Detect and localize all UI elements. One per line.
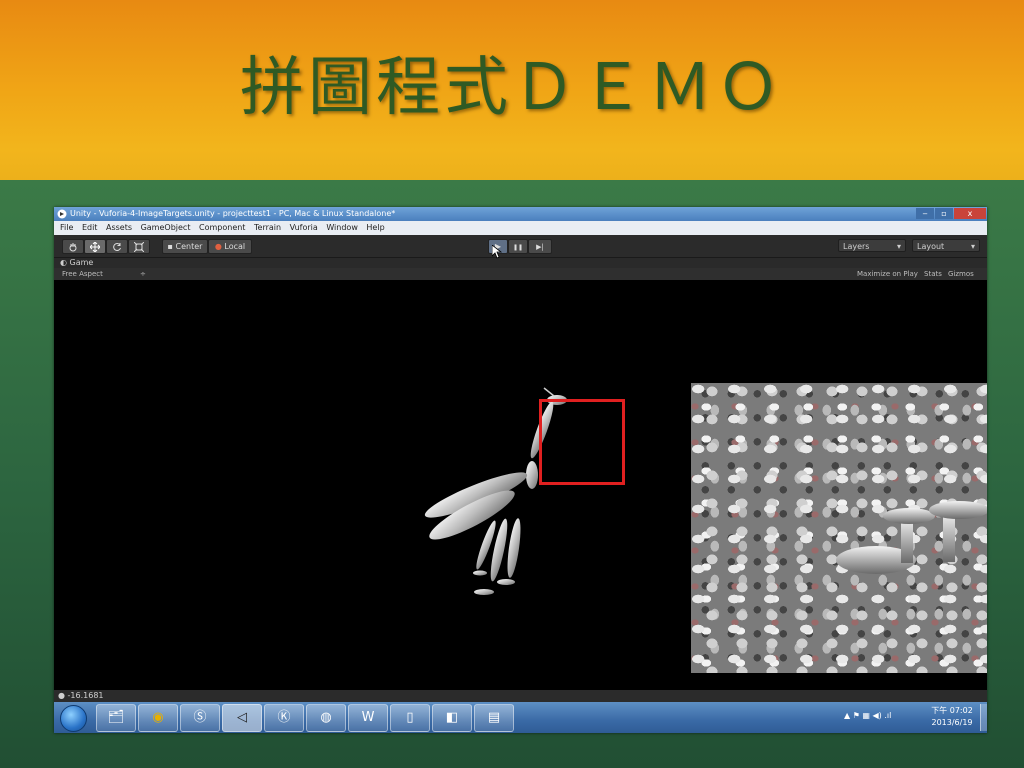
close-button[interactable]: x (954, 208, 986, 219)
taskbar-unity[interactable]: ◁ (222, 704, 262, 732)
layers-label: Layers (843, 242, 870, 251)
taskbar-file-explorer[interactable]: 🗂 (96, 704, 136, 732)
phone-icon: ▯ (406, 710, 414, 725)
rotate-tool-button[interactable] (106, 239, 128, 254)
slide-title: 拼圖程式ＤＥＭＯ (240, 51, 784, 125)
editor-toolbar: ▪ Center ● Local ▶ ❚❚ ▶| Layers ▾ Layout… (54, 235, 987, 258)
taskbar-chrome[interactable]: ◉ (138, 704, 178, 732)
minimize-button[interactable]: ‒ (916, 208, 934, 219)
chevron-down-icon: ÷ (140, 270, 146, 278)
rotate-icon (113, 243, 121, 252)
window-title: Unity - Vuforia-4-ImageTargets.unity - p… (70, 209, 396, 218)
space-label: Local (224, 242, 246, 251)
image-target-gravel (691, 383, 987, 673)
show-desktop-button[interactable] (980, 704, 987, 731)
gizmos-dropdown[interactable]: Gizmos (948, 268, 974, 280)
unity-logo-icon (57, 209, 67, 219)
taskbar-kmplayer[interactable]: Ⓚ (264, 704, 304, 732)
clock-date: 2013/6/19 (931, 718, 973, 727)
taskbar-phone[interactable]: ▯ (390, 704, 430, 732)
menu-edit[interactable]: Edit (82, 223, 98, 232)
step-icon: ▶| (536, 243, 544, 251)
game-viewport[interactable] (54, 280, 987, 690)
pivot-icon: ▪ (167, 242, 173, 251)
menu-help[interactable]: Help (366, 223, 384, 232)
window-titlebar: Unity - Vuforia-4-ImageTargets.unity - p… (54, 207, 987, 221)
tray-expand-icon[interactable]: ▲ (844, 711, 850, 720)
move-icon (89, 241, 101, 253)
word-icon: W (361, 710, 375, 725)
pause-icon: ❚❚ (512, 244, 524, 251)
step-button[interactable]: ▶| (528, 239, 552, 254)
skype-icon: Ⓢ (193, 710, 207, 725)
menu-vuforia[interactable]: Vuforia (290, 223, 318, 232)
menu-gameobject[interactable]: GameObject (141, 223, 191, 232)
scale-icon (133, 241, 145, 253)
windows-taskbar: 🗂 ◉ Ⓢ ◁ Ⓚ ◍ W ▯ ◧ ▤ ▲ ⚑ ▦ ◀) .ıl 下午 07:0… (54, 702, 987, 733)
chevron-down-icon: ▾ (970, 242, 975, 251)
pivot-label: Center (175, 242, 203, 251)
maximize-button[interactable]: ▫ (935, 208, 953, 219)
game-tab[interactable]: ◐ Game (54, 258, 987, 268)
status-message: -16.1681 (67, 691, 104, 700)
signal-icon[interactable]: .ıl (884, 711, 891, 720)
folder-icon: 🗂 (107, 710, 125, 725)
taskbar-video[interactable]: ▤ (474, 704, 514, 732)
mouse-cursor-icon (492, 245, 502, 259)
layout-label: Layout (917, 242, 945, 251)
layers-dropdown[interactable]: Layers ▾ (838, 239, 906, 252)
taskbar-app[interactable]: ◧ (432, 704, 472, 732)
flag-icon[interactable]: ⚑ (853, 711, 860, 720)
unity-editor-window: Unity - Vuforia-4-ImageTargets.unity - p… (54, 207, 987, 733)
hand-icon (69, 243, 77, 252)
unity-icon: ◁ (237, 710, 247, 725)
clock-time: 07:02 (949, 706, 973, 715)
mushroom-model (836, 501, 987, 574)
taskbar-skype[interactable]: Ⓢ (180, 704, 220, 732)
scale-tool-button[interactable] (128, 239, 150, 254)
menu-terrain[interactable]: Terrain (254, 223, 281, 232)
app-icon: ◧ (445, 710, 459, 725)
taskbar-media-player[interactable]: ◍ (306, 704, 346, 732)
menu-window[interactable]: Window (326, 223, 358, 232)
clapperboard-icon: ▤ (487, 710, 501, 725)
taskbar-word[interactable]: W (348, 704, 388, 732)
game-view-toolbar: Free Aspect ÷ Maximize on Play Stats Giz… (54, 268, 987, 280)
volume-icon[interactable]: ◀) (873, 711, 882, 720)
move-tool-button[interactable] (84, 239, 106, 254)
info-icon: ● (58, 691, 65, 700)
kmplayer-icon: Ⓚ (277, 710, 291, 725)
menu-file[interactable]: File (60, 223, 73, 232)
network-icon[interactable]: ▦ (862, 711, 870, 720)
pivot-center-button[interactable]: ▪ Center (162, 239, 208, 254)
chevron-down-icon: ▾ (896, 242, 901, 251)
start-button[interactable] (60, 705, 87, 732)
game-tab-icon: ◐ (60, 258, 67, 267)
local-icon: ● (214, 242, 222, 251)
console-status-bar[interactable]: ● -16.1681 (54, 690, 987, 702)
hand-tool-button[interactable] (62, 239, 84, 254)
menu-bar: File Edit Assets GameObject Component Te… (54, 221, 987, 235)
menu-assets[interactable]: Assets (106, 223, 132, 232)
game-tab-label: Game (69, 258, 94, 267)
clock-period: 下午 (931, 706, 948, 715)
system-tray: ▲ ⚑ ▦ ◀) .ıl (844, 711, 891, 720)
layout-dropdown[interactable]: Layout ▾ (912, 239, 980, 252)
media-player-icon: ◍ (320, 710, 332, 725)
puzzle-target-frame (539, 399, 625, 485)
aspect-dropdown[interactable]: Free Aspect (62, 268, 103, 280)
maximize-on-play-toggle[interactable]: Maximize on Play (857, 268, 918, 280)
stats-toggle[interactable]: Stats (924, 268, 942, 280)
menu-component[interactable]: Component (199, 223, 245, 232)
pause-button[interactable]: ❚❚ (508, 239, 528, 254)
taskbar-clock[interactable]: 下午 07:02 2013/6/19 (930, 705, 974, 729)
chrome-icon: ◉ (152, 710, 164, 725)
space-local-button[interactable]: ● Local (208, 239, 252, 254)
